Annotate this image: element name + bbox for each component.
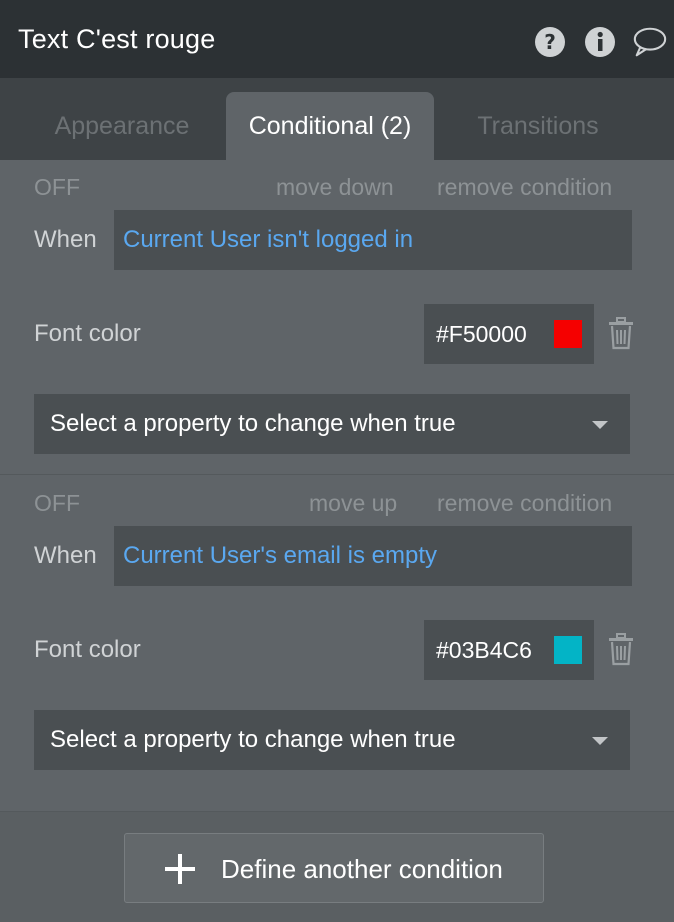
move-up-link[interactable]: move up [309, 490, 397, 517]
color-input[interactable]: #F50000 [424, 304, 594, 364]
color-swatch[interactable] [554, 320, 582, 348]
property-label: Font color [34, 320, 141, 347]
property-select-placeholder: Select a property to change when true [50, 726, 456, 753]
color-input[interactable]: #03B4C6 [424, 620, 594, 680]
condition-block: OFF move down remove condition When Curr… [0, 160, 674, 475]
define-condition-button[interactable]: Define another condition [124, 833, 544, 903]
condition-toggle[interactable]: OFF [34, 174, 80, 201]
condition-divider [0, 474, 674, 475]
svg-text:?: ? [544, 30, 556, 54]
property-label: Font color [34, 636, 141, 663]
chevron-down-icon [592, 421, 608, 429]
tab-conditional[interactable]: Conditional (2) [226, 92, 434, 160]
color-swatch[interactable] [554, 636, 582, 664]
remove-condition-link[interactable]: remove condition [437, 174, 612, 201]
when-label: When [34, 226, 97, 253]
color-value: #F50000 [436, 320, 527, 347]
info-icon[interactable] [582, 24, 618, 60]
color-value: #03B4C6 [436, 636, 532, 663]
property-select-placeholder: Select a property to change when true [50, 410, 456, 437]
define-condition-label: Define another condition [221, 854, 503, 884]
condition-toggle[interactable]: OFF [34, 490, 80, 517]
trash-icon[interactable] [606, 317, 636, 351]
property-select[interactable]: Select a property to change when true [34, 710, 630, 770]
comment-icon[interactable] [632, 24, 668, 60]
move-down-link[interactable]: move down [276, 174, 394, 201]
tab-appearance[interactable]: Appearance [36, 92, 208, 160]
when-label: When [34, 542, 97, 569]
property-select[interactable]: Select a property to change when true [34, 394, 630, 454]
help-icon[interactable]: ? [532, 24, 568, 60]
remove-condition-link[interactable]: remove condition [437, 490, 612, 517]
tab-bar: Appearance Conditional (2) Transitions [0, 78, 674, 160]
condition-expression[interactable]: Current User isn't logged in [114, 210, 632, 270]
trash-icon[interactable] [606, 633, 636, 667]
chevron-down-icon [592, 737, 608, 745]
condition-block: OFF move up remove condition When Curren… [0, 476, 674, 811]
tab-transitions[interactable]: Transitions [452, 92, 624, 160]
header-icons: ? [532, 24, 668, 60]
panel-title: Text C'est rouge [18, 23, 216, 54]
condition-expression[interactable]: Current User's email is empty [114, 526, 632, 586]
plus-icon [165, 854, 195, 884]
panel-header: Text C'est rouge ? [0, 0, 674, 78]
panel-footer: Define another condition [0, 811, 674, 922]
